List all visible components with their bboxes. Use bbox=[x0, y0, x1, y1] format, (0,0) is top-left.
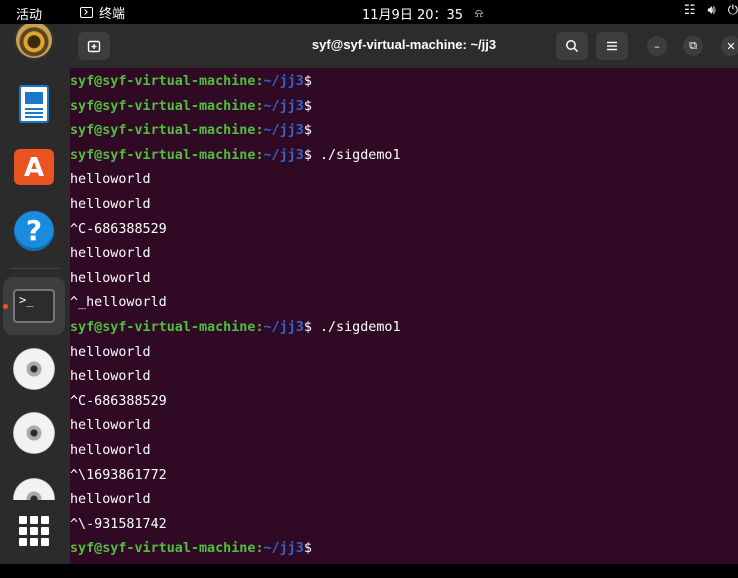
prompt-line: syf@syf-virtual-machine:~/jj3$ bbox=[70, 537, 401, 562]
prompt-user: syf@syf-virtual-machine bbox=[70, 74, 256, 89]
prompt-path: ~/jj3 bbox=[263, 123, 304, 139]
prompt-path: ~/jj3 bbox=[263, 74, 304, 89]
output-line: helloworld bbox=[70, 442, 151, 458]
power-icon: ⏻ bbox=[727, 3, 738, 18]
prompt-colon: : bbox=[255, 123, 264, 139]
prompt-line: syf@syf-virtual-machine:~/jj3$ ./sigdemo… bbox=[70, 316, 401, 341]
output-line: helloworld bbox=[70, 369, 151, 385]
bottom-edge bbox=[0, 564, 738, 578]
search-icon bbox=[566, 40, 579, 53]
prompt-user: syf@syf-virtual-machine bbox=[70, 541, 256, 557]
clock-text: 11月9日 20：35 bbox=[362, 8, 464, 23]
volume-icon: 🔊︎ bbox=[707, 3, 716, 18]
output-line: ^_helloworld bbox=[70, 295, 167, 311]
app-name: 终端 bbox=[99, 7, 126, 22]
output-line: helloworld bbox=[70, 246, 151, 262]
network-icon: ☷ bbox=[683, 3, 696, 18]
top-bar: 活动 终端 11月9日 20：35 ⍾ ☷ 🔊︎ ⏻ bbox=[0, 0, 738, 24]
system-tray[interactable]: ☷ 🔊︎ ⏻ bbox=[684, 3, 738, 18]
output-line: helloworld bbox=[70, 418, 151, 434]
prompt-line: syf@syf-virtual-machine:~/jj3$ bbox=[70, 119, 401, 144]
terminal-app-icon bbox=[80, 7, 93, 18]
close-button[interactable]: ✕ bbox=[721, 36, 738, 56]
output-line: helloworld bbox=[70, 196, 151, 212]
running-indicator bbox=[3, 304, 8, 309]
hamburger-icon bbox=[607, 41, 617, 51]
output-line: ^C-686388529 bbox=[70, 393, 167, 409]
dock-item-show-apps[interactable] bbox=[11, 508, 57, 554]
dock-item-dvd-1[interactable] bbox=[11, 346, 57, 392]
help-icon: ? bbox=[14, 211, 54, 251]
terminal-window[interactable]: syf@syf-virtual-machine: ~/jj3 – ⧉ ✕ syf… bbox=[70, 24, 738, 564]
output-line: ^C-686388529 bbox=[70, 221, 167, 237]
output-line: helloworld bbox=[70, 344, 151, 360]
prompt-line: syf@syf-virtual-machine:~/jj3$ ./sigdemo… bbox=[70, 144, 401, 169]
dock-item-terminal-icon-wrap[interactable]: >_ bbox=[11, 283, 57, 329]
output-line: helloworld bbox=[70, 492, 151, 508]
app-center-icon: A bbox=[14, 149, 54, 185]
prompt-colon: : bbox=[255, 98, 264, 114]
output-line: ^\-931581742 bbox=[70, 516, 167, 532]
minimize-icon: – bbox=[654, 39, 660, 53]
prompt-user: syf@syf-virtual-machine bbox=[70, 319, 256, 335]
prompt-line: syf@syf-virtual-machine:~/jj3$ bbox=[70, 95, 401, 120]
app-menu[interactable]: 终端 bbox=[80, 3, 125, 22]
prompt-path: ~/jj3 bbox=[263, 319, 304, 335]
prompt-dollar: $ bbox=[303, 319, 312, 335]
bell-icon: ⍾ bbox=[475, 6, 483, 20]
dock-item-dvd-2[interactable] bbox=[11, 410, 57, 456]
rhythmbox-icon bbox=[16, 24, 52, 58]
dock-item-app-center[interactable]: A bbox=[11, 144, 57, 190]
maximize-icon: ⧉ bbox=[689, 39, 697, 52]
prompt-colon: : bbox=[255, 319, 264, 335]
prompt-path: ~/jj3 bbox=[263, 147, 304, 163]
close-icon: ✕ bbox=[726, 39, 736, 53]
prompt-path: ~/jj3 bbox=[263, 98, 304, 114]
minimize-button[interactable]: – bbox=[647, 36, 667, 56]
dvd-icon bbox=[13, 478, 55, 500]
command-text: ./sigdemo1 bbox=[311, 147, 401, 163]
prompt-line: syf@syf-virtual-machine:~/jj3$ bbox=[70, 70, 401, 95]
prompt-dollar: $ bbox=[303, 541, 312, 557]
prompt-user: syf@syf-virtual-machine bbox=[70, 147, 256, 163]
window-title: syf@syf-virtual-machine: ~/jj3 bbox=[311, 37, 497, 52]
dock-item-writer[interactable] bbox=[11, 81, 57, 127]
search-button[interactable] bbox=[556, 32, 588, 60]
command-text: ./sigdemo1 bbox=[311, 319, 401, 335]
output-line: helloworld bbox=[70, 270, 151, 286]
prompt-path: ~/jj3 bbox=[263, 541, 304, 557]
dock: A ? >_ bbox=[0, 24, 70, 564]
prompt-colon: : bbox=[255, 74, 264, 89]
output-line: helloworld bbox=[70, 172, 151, 188]
output-line: ^\1693861772 bbox=[70, 467, 167, 483]
dvd-icon bbox=[13, 412, 55, 454]
prompt-dollar: $ bbox=[303, 123, 312, 139]
dock-item-dvd-3[interactable] bbox=[11, 472, 57, 500]
dock-item-rhythmbox[interactable] bbox=[11, 24, 57, 64]
writer-icon bbox=[19, 85, 49, 123]
activities-button[interactable]: 活动 bbox=[16, 4, 42, 23]
terminal-icon: >_ bbox=[13, 289, 55, 323]
maximize-button[interactable]: ⧉ bbox=[683, 36, 703, 56]
prompt-dollar: $ bbox=[303, 147, 312, 163]
headerbar: syf@syf-virtual-machine: ~/jj3 – ⧉ ✕ bbox=[70, 24, 738, 68]
clock[interactable]: 11月9日 20：35 ⍾ bbox=[362, 4, 483, 23]
prompt-colon: : bbox=[255, 541, 264, 557]
prompt-user: syf@syf-virtual-machine bbox=[70, 123, 256, 139]
prompt-colon: : bbox=[255, 147, 264, 163]
dock-item-help[interactable]: ? bbox=[11, 208, 57, 254]
prompt-dollar: $ bbox=[303, 98, 312, 114]
prompt-dollar: $ bbox=[303, 74, 312, 89]
dock-separator bbox=[10, 268, 60, 269]
menu-button[interactable] bbox=[596, 32, 628, 60]
prompt-user: syf@syf-virtual-machine bbox=[70, 98, 256, 114]
dvd-icon bbox=[13, 348, 55, 390]
terminal-output[interactable]: syf@syf-virtual-machine:~/jj3$ syf@syf-vi… bbox=[70, 70, 401, 562]
show-apps-icon bbox=[19, 516, 49, 546]
